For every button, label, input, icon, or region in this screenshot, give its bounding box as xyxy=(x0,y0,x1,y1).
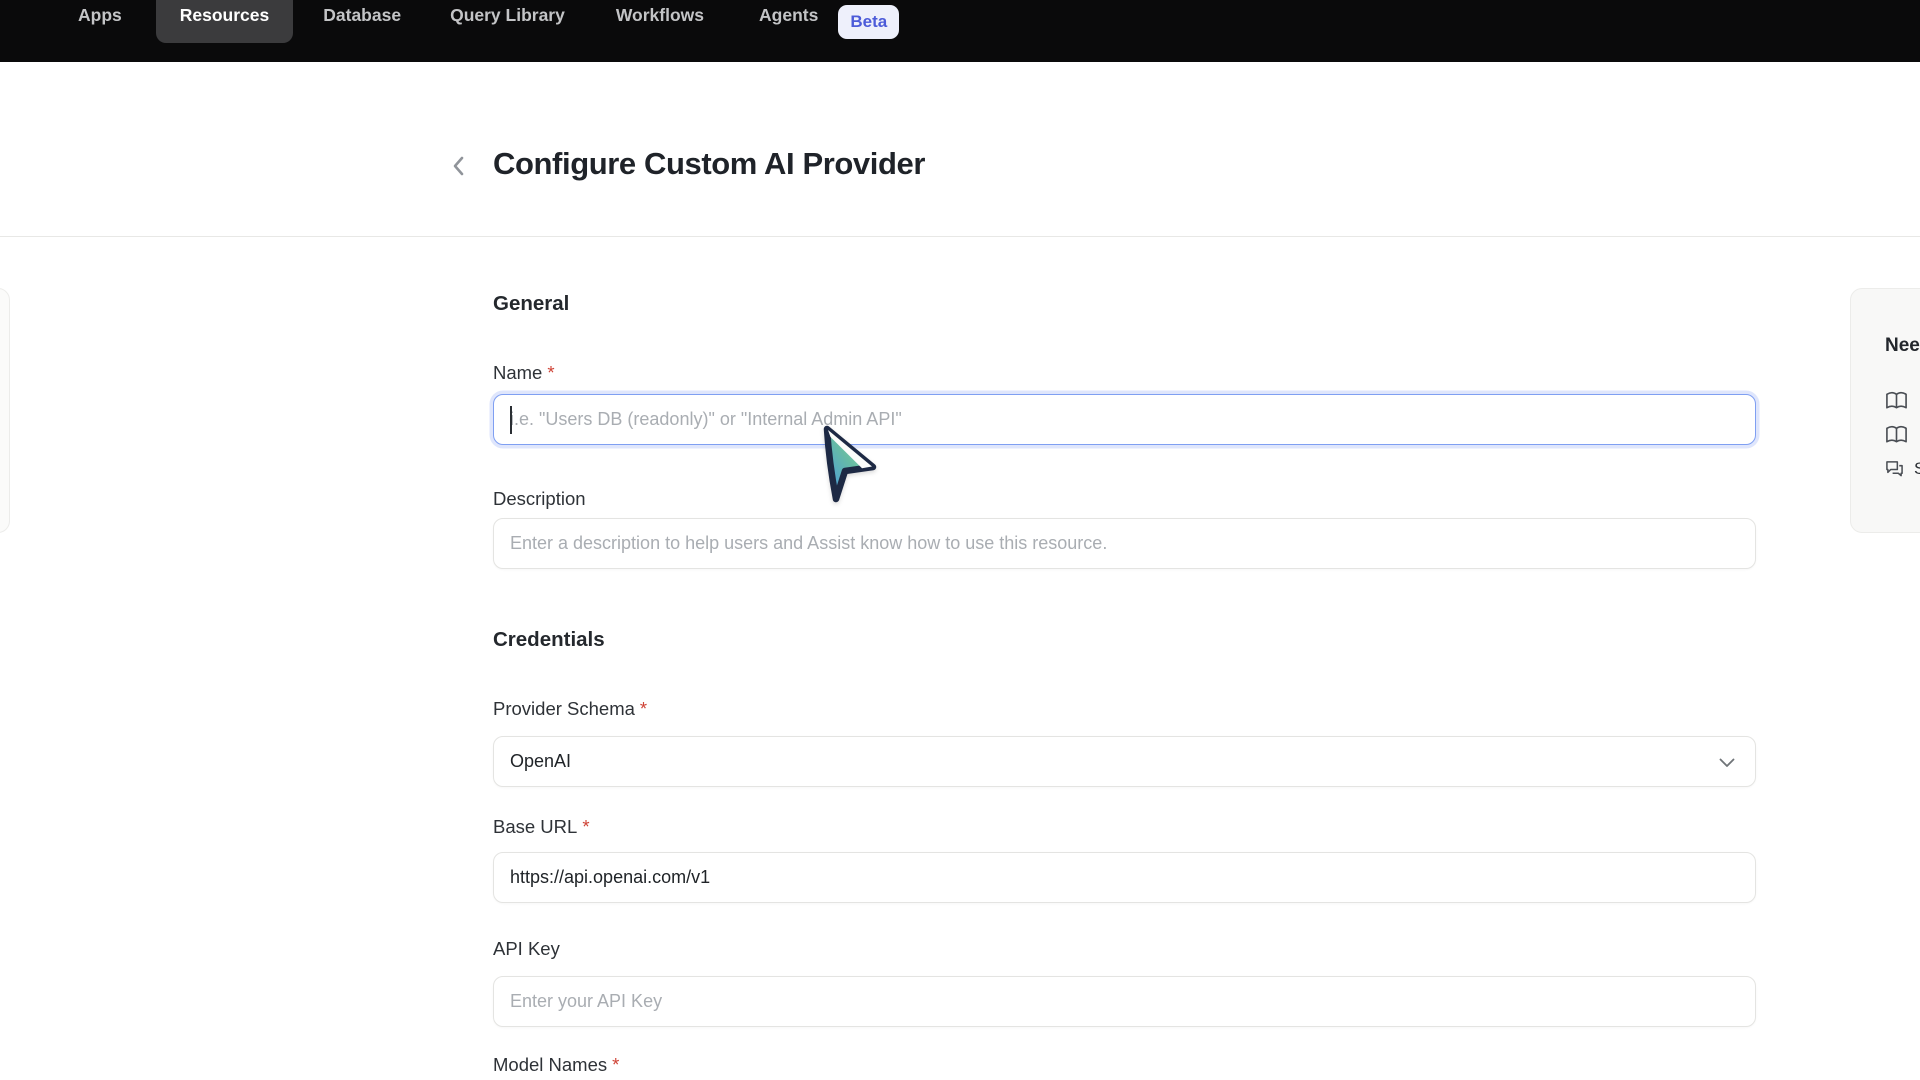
model-names-label: Model Names* xyxy=(493,1054,619,1076)
page: Apps Resources Database Query Library Wo… xyxy=(0,0,1920,1080)
api-key-input[interactable] xyxy=(493,976,1756,1027)
required-asterisk: * xyxy=(612,1054,619,1075)
help-panel: Need help? Support xyxy=(1850,288,1920,533)
help-link-support[interactable]: Support xyxy=(1885,459,1920,479)
help-link-docs-2[interactable] xyxy=(1885,425,1920,445)
provider-schema-label: Provider Schema* xyxy=(493,698,647,720)
section-heading-general: General xyxy=(493,292,569,316)
base-url-input[interactable] xyxy=(493,852,1756,903)
description-input[interactable] xyxy=(493,518,1756,569)
base-url-label-text: Base URL xyxy=(493,816,577,837)
beta-badge: Beta xyxy=(838,5,899,39)
left-panel-edge xyxy=(0,288,10,533)
chevron-down-icon xyxy=(1719,758,1735,768)
back-button[interactable] xyxy=(447,152,469,180)
required-asterisk: * xyxy=(640,698,647,719)
nav-item-workflows[interactable]: Workflows xyxy=(616,5,704,26)
page-title: Configure Custom AI Provider xyxy=(493,146,925,182)
section-heading-credentials: Credentials xyxy=(493,628,605,652)
header-divider xyxy=(0,236,1920,237)
provider-schema-select[interactable]: OpenAI xyxy=(493,736,1756,787)
nav-items-row: Apps Resources Database Query Library Wo… xyxy=(78,0,899,43)
api-key-label: API Key xyxy=(493,938,560,960)
model-names-label-text: Model Names xyxy=(493,1054,607,1075)
help-link-docs-1[interactable] xyxy=(1885,391,1920,411)
required-asterisk: * xyxy=(547,362,554,383)
help-link-label: Support xyxy=(1914,459,1920,479)
nav-item-agents[interactable]: Agents xyxy=(759,5,818,26)
nav-item-apps[interactable]: Apps xyxy=(78,5,122,26)
required-asterisk: * xyxy=(582,816,589,837)
nav-item-database[interactable]: Database xyxy=(323,5,401,26)
provider-schema-label-text: Provider Schema xyxy=(493,698,635,719)
nav-item-resources[interactable]: Resources xyxy=(156,0,294,43)
description-label: Description xyxy=(493,488,586,510)
book-icon xyxy=(1885,391,1908,411)
top-navbar: Apps Resources Database Query Library Wo… xyxy=(0,0,1920,62)
chat-icon xyxy=(1885,460,1904,478)
base-url-label: Base URL* xyxy=(493,816,590,838)
name-label-text: Name xyxy=(493,362,542,383)
help-panel-title: Need help? xyxy=(1885,335,1920,357)
chevron-left-icon xyxy=(452,155,465,177)
book-icon xyxy=(1885,425,1908,445)
name-input[interactable] xyxy=(493,394,1756,445)
nav-item-query-library[interactable]: Query Library xyxy=(450,5,565,26)
text-caret xyxy=(510,406,512,434)
name-label: Name* xyxy=(493,362,555,384)
provider-schema-value: OpenAI xyxy=(510,751,571,772)
